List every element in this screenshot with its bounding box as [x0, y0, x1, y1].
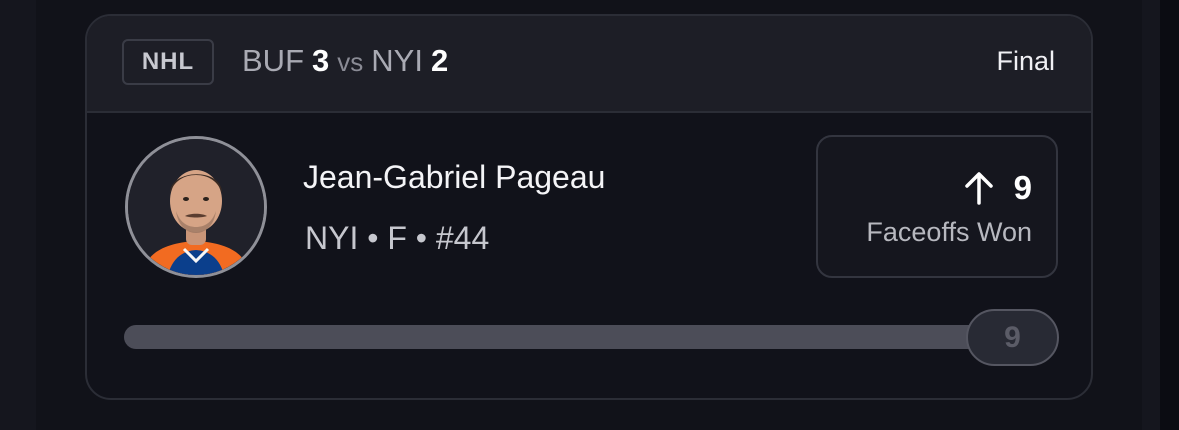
arrow-up-icon	[964, 172, 993, 205]
player-meta: NYI • F • #44	[305, 220, 490, 256]
player-name[interactable]: Jean-Gabriel Pageau	[303, 159, 605, 196]
game-header: NHL BUF 3 vs NYI 2 Final	[87, 16, 1091, 113]
vs-label: vs	[337, 47, 364, 77]
progress-fill	[124, 325, 1057, 349]
stat-box: 9 Faceoffs Won	[816, 135, 1058, 278]
matchup-line: BUF 3 vs NYI 2	[242, 43, 448, 83]
league-badge: NHL	[122, 39, 214, 85]
player-headshot-icon	[128, 139, 264, 275]
stat-label: Faceoffs Won	[866, 217, 1032, 247]
home-score: 2	[430, 43, 449, 78]
home-team: NYI	[371, 43, 423, 78]
game-status: Final	[996, 46, 1055, 76]
progress-value-pill: 9	[966, 309, 1059, 366]
left-gutter	[0, 0, 36, 430]
stat-value-row: 9	[964, 169, 1032, 207]
player-avatar[interactable]	[125, 136, 267, 278]
right-gutter	[1142, 0, 1160, 430]
progress-track	[124, 325, 1057, 349]
stat-value: 9	[1013, 169, 1032, 206]
player-stat-card[interactable]: NHL BUF 3 vs NYI 2 Final Jean-Gabriel Pa…	[85, 14, 1093, 400]
away-score: 3	[312, 43, 330, 78]
away-team: BUF	[242, 43, 304, 78]
